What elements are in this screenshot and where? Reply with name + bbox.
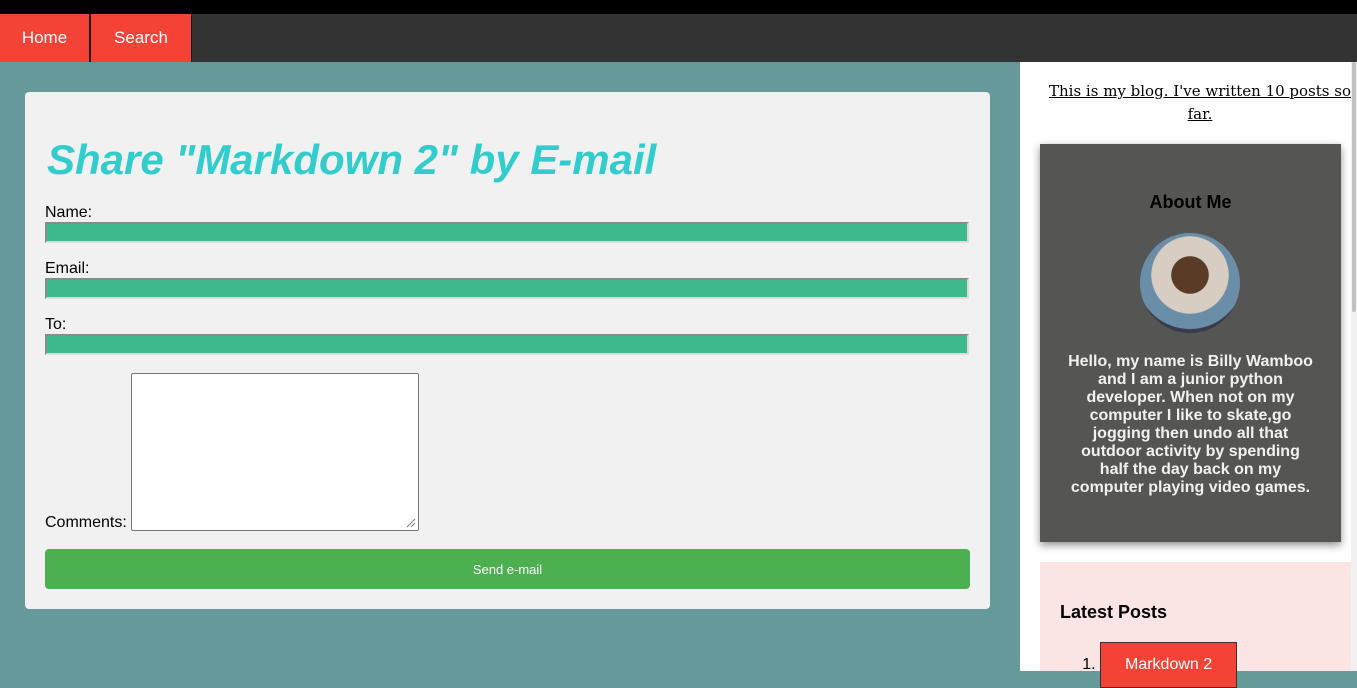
main-content: Share "Markdown 2" by E-mail Name: Email… <box>0 62 1020 671</box>
latest-posts-list: Markdown 2 <box>1060 642 1238 688</box>
latest-posts-heading: Latest Posts <box>1060 602 1168 622</box>
top-navbar: Home Search <box>0 14 1357 62</box>
nav-home-button[interactable]: Home <box>0 14 90 62</box>
name-field[interactable] <box>45 222 969 243</box>
comments-textarea[interactable] <box>131 373 419 531</box>
post-link-button[interactable]: Markdown 2 <box>1100 642 1238 688</box>
name-label: Name: <box>45 204 93 221</box>
comments-label: Comments: <box>45 514 127 531</box>
avatar <box>1140 233 1240 333</box>
send-email-button[interactable]: Send e-mail <box>45 549 970 589</box>
to-field[interactable] <box>45 334 969 355</box>
to-label: To: <box>45 316 67 333</box>
list-item: Markdown 2 <box>1100 642 1238 688</box>
scrollbar-thumb[interactable] <box>1352 62 1356 312</box>
about-me-card: About Me Hello, my name is Billy Wamboo … <box>1040 144 1341 542</box>
latest-posts-card: Latest Posts Markdown 2 <box>1040 562 1351 688</box>
page-scrollbar[interactable] <box>1351 62 1357 671</box>
email-field[interactable] <box>45 278 969 299</box>
about-me-heading: About Me <box>1149 192 1232 212</box>
resize-grip-icon[interactable] <box>404 516 416 528</box>
share-form-card: Share "Markdown 2" by E-mail Name: Email… <box>25 92 990 609</box>
blog-blurb: This is my blog. I've written 10 posts s… <box>1049 82 1351 123</box>
nav-search-button[interactable]: Search <box>90 14 192 62</box>
top-strip <box>0 0 1357 14</box>
email-label: Email: <box>45 260 90 277</box>
about-me-bio: Hello, my name is Billy Wamboo and I am … <box>1068 353 1313 496</box>
sidebar: This is my blog. I've written 10 posts s… <box>1020 62 1351 688</box>
page-title: Share "Markdown 2" by E-mail <box>47 136 657 183</box>
